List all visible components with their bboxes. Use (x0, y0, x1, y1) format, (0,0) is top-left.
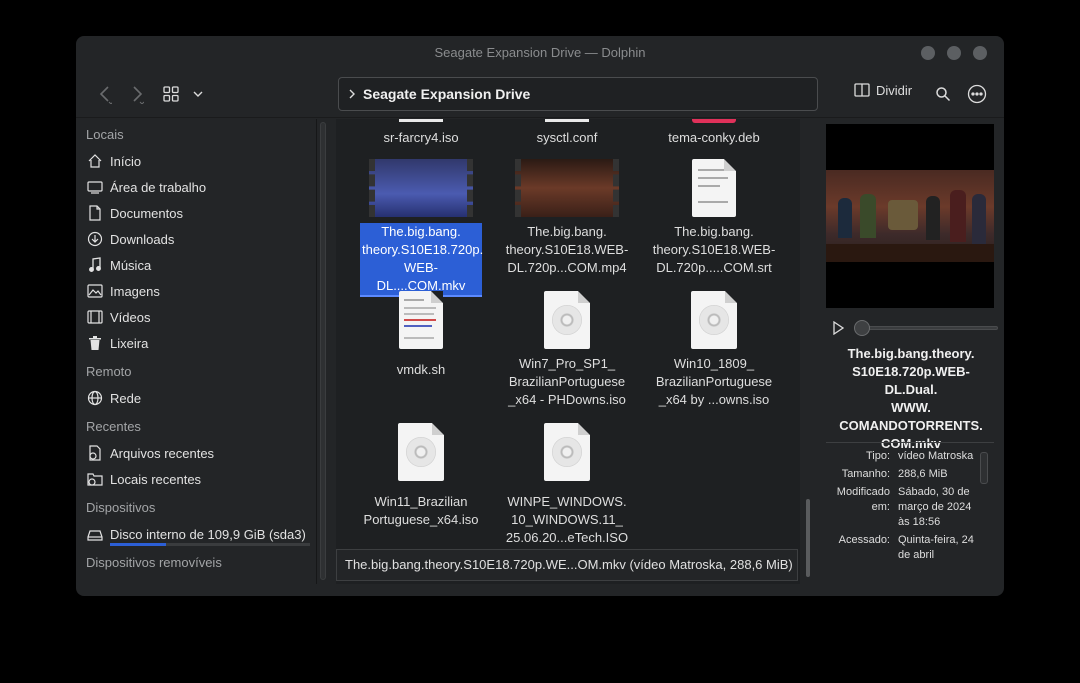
meta-value: Quinta-feira, 24 de abril (898, 534, 974, 561)
disc-icon (552, 305, 582, 335)
breadcrumb[interactable]: Seagate Expansion Drive (363, 86, 530, 102)
file-item[interactable]: vmdk.sh (356, 291, 486, 379)
video-preview (826, 124, 994, 308)
file-item[interactable]: The.big.bang. theory.S10E18.WEB- DL.720p… (502, 159, 632, 277)
section-remoto: Remoto (86, 364, 132, 379)
section-removable: Dispositivos removíveis (86, 555, 222, 570)
forward-icon[interactable] (128, 82, 146, 106)
location-bar[interactable]: Seagate Expansion Drive (338, 77, 818, 111)
sidebar-item-label: Área de trabalho (110, 179, 207, 195)
metadata-scrollbar[interactable] (980, 452, 988, 484)
sidebar-item-downloads[interactable]: Downloads (76, 226, 316, 252)
media-player (830, 319, 998, 337)
disc-icon (552, 437, 582, 467)
file-item-selected[interactable]: The.big.bang. theory.S10E18.720p. WEB-DL… (356, 159, 486, 297)
file-metadata: Tipo: vídeo Matroska Tamanho: 288,6 MiB Mo… (826, 449, 982, 566)
meta-value: Sábado, 30 de março de 2024 às 18:56 (898, 486, 972, 528)
downloads-icon (87, 231, 103, 247)
sidebar-item-imagens[interactable]: Imagens (76, 278, 316, 304)
file-item[interactable]: tema-conky.deb (649, 119, 779, 147)
sidebar-item-label: Locais recentes (110, 471, 202, 487)
sidebar-item-label: Música (110, 257, 152, 273)
file-item[interactable]: The.big.bang. theory.S10E18.WEB- DL.720p… (649, 159, 779, 277)
maximize-button[interactable] (947, 46, 961, 60)
sidebar-item-label: Downloads (110, 231, 175, 247)
sidebar-item-musica[interactable]: Música (76, 252, 316, 278)
sidebar-item-recent-places[interactable]: Locais recentes (76, 466, 316, 492)
sidebar-scrollbar[interactable] (320, 122, 326, 580)
file-view-scrollbar[interactable] (804, 119, 812, 584)
music-icon (89, 257, 101, 272)
network-icon (87, 390, 103, 406)
split-view-icon (854, 83, 870, 97)
meta-key: Acessado: (838, 534, 890, 546)
sidebar-item-desktop[interactable]: Área de trabalho (76, 174, 316, 200)
file-item[interactable]: WINPE_WINDOWS. 10_WINDOWS.11_ 25.06.20..… (502, 423, 632, 547)
play-icon[interactable] (832, 321, 844, 335)
meta-key: Modificado em: (836, 486, 890, 513)
home-icon (88, 154, 102, 168)
window-title: Seagate Expansion Drive — Dolphin (434, 45, 646, 60)
close-button[interactable] (973, 46, 987, 60)
disc-icon (699, 305, 729, 335)
meta-value: vídeo Matroska (898, 450, 974, 462)
meta-key: Tamanho: (841, 468, 890, 480)
information-panel: The.big.bang.theory. S10E18.720p.WEB-DL.… (822, 119, 1004, 584)
videos-icon (87, 310, 103, 324)
documents-icon (89, 205, 101, 221)
drive-icon (87, 530, 103, 541)
dolphin-window: Seagate Expansion Drive — Dolphin Seagat… (76, 36, 1004, 596)
status-bar: The.big.bang.theory.S10E18.720p.WE...OM.… (336, 549, 798, 581)
images-icon (87, 284, 103, 298)
desktop-icon (87, 181, 103, 194)
sidebar-item-lixeira[interactable]: Lixeira (76, 330, 316, 356)
section-dispositivos: Dispositivos (86, 500, 156, 515)
sidebar-item-internal-disk[interactable]: Disco interno de 109,9 GiB (sda3) (76, 521, 316, 547)
file-item[interactable]: sr-farcry4.iso (356, 119, 486, 147)
chevron-right-icon (349, 89, 355, 99)
file-title: The.big.bang.theory. S10E18.720p.WEB-DL.… (839, 346, 983, 451)
minimize-button[interactable] (921, 46, 935, 60)
recent-files-icon (89, 445, 101, 461)
sidebar-item-label: Arquivos recentes (110, 445, 215, 461)
section-recentes: Recentes (86, 419, 141, 434)
sidebar-item-label: Disco interno de 109,9 GiB (sda3) (110, 526, 306, 542)
sidebar-item-label: Documentos (110, 205, 183, 221)
sidebar-item-rede[interactable]: Rede (76, 385, 316, 411)
sidebar-item-inicio[interactable]: Início (76, 148, 316, 174)
sidebar-item-documentos[interactable]: Documentos (76, 200, 316, 226)
places-sidebar: Locais Início Área de trabalho Documento… (76, 119, 316, 584)
grid-view-icon[interactable] (162, 82, 180, 106)
divider (826, 442, 994, 443)
search-icon[interactable] (934, 82, 952, 106)
meta-key: Tipo: (865, 450, 890, 462)
recent-places-icon (87, 473, 103, 486)
toolbar: Seagate Expansion Drive Dividir (76, 70, 1004, 118)
disk-usage-bar (110, 543, 310, 546)
chevron-down-icon[interactable] (190, 82, 206, 106)
file-item[interactable]: Win7_Pro_SP1_ BrazilianPortuguese _x64 -… (502, 291, 632, 409)
meta-value: 288,6 MiB (898, 468, 948, 480)
sidebar-item-label: Imagens (110, 283, 160, 299)
file-view: sr-farcry4.iso sysctl.conf tema-conky.de… (336, 119, 800, 584)
file-item[interactable]: sysctl.conf (502, 119, 632, 147)
more-options-icon[interactable] (966, 82, 988, 106)
sidebar-item-label: Vídeos (110, 309, 151, 325)
sidebar-item-label: Lixeira (110, 335, 149, 351)
section-locais: Locais (86, 127, 124, 142)
file-item[interactable]: Win10_1809_ BrazilianPortuguese _x64 by … (649, 291, 779, 409)
seek-handle[interactable] (854, 320, 870, 336)
disc-icon (406, 437, 436, 467)
sidebar-item-recent-files[interactable]: Arquivos recentes (76, 440, 316, 466)
split-button[interactable]: Dividir (854, 82, 912, 98)
back-icon[interactable] (96, 82, 114, 106)
split-label: Dividir (876, 82, 913, 98)
file-item[interactable]: Win11_Brazilian Portuguese_x64.iso (356, 423, 486, 529)
sidebar-item-videos[interactable]: Vídeos (76, 304, 316, 330)
sidebar-item-label: Início (110, 153, 142, 169)
sidebar-item-label: Rede (110, 390, 142, 406)
sidebar-splitter[interactable] (316, 119, 317, 584)
trash-icon (89, 336, 101, 350)
seek-slider[interactable] (860, 326, 998, 330)
